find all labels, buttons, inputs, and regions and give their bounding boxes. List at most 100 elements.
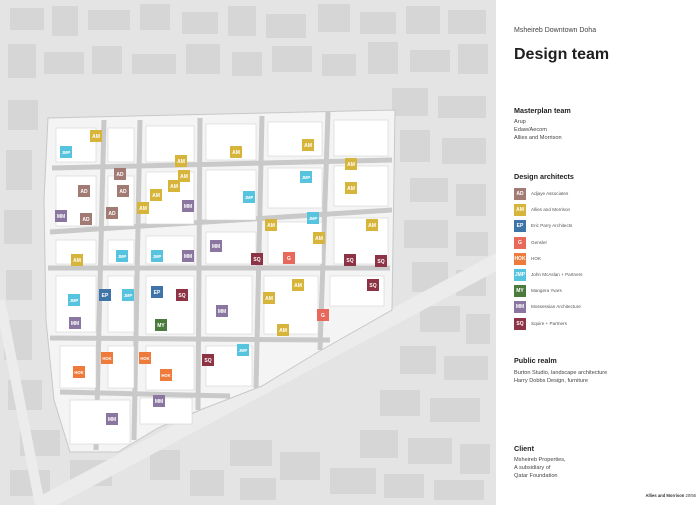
public-realm-title: Public realm	[514, 356, 557, 365]
svg-text:AM: AM	[267, 223, 275, 229]
svg-text:G: G	[287, 256, 291, 262]
svg-text:AM: AM	[279, 328, 287, 334]
marker-am: AM	[366, 219, 378, 231]
marker-g: G	[283, 252, 295, 264]
marker-ad: AD	[114, 168, 126, 180]
legend-item: HOK HOK	[514, 252, 694, 265]
svg-text:MM: MM	[155, 399, 163, 405]
marker-am: AM	[277, 324, 289, 336]
marker-am: AM	[263, 292, 275, 304]
svg-text:G: G	[321, 313, 325, 319]
marker-jmp: JMP	[300, 171, 312, 183]
legend-item: MY Mangera Yvars	[514, 285, 694, 298]
marker-ep: EP	[151, 286, 163, 298]
legend-label: Mossessian Architecture	[531, 304, 581, 310]
svg-text:MY: MY	[157, 323, 165, 329]
marker-hok: HOK	[101, 352, 113, 364]
svg-text:AM: AM	[92, 134, 100, 140]
legend-item: AD Adjaye Associates	[514, 188, 694, 200]
legend-item: JMP John McAslan + Partners	[514, 269, 694, 281]
client-title: Client	[514, 444, 534, 453]
marker-g: G	[317, 309, 329, 321]
legend-label: Allies and Morrison	[531, 207, 571, 213]
svg-text:JMP: JMP	[245, 195, 254, 200]
marker-hok: HOK	[73, 366, 85, 378]
svg-text:HOK: HOK	[161, 373, 170, 378]
marker-jmp: JMP	[122, 289, 134, 301]
marker-mm: MM	[106, 413, 118, 425]
marker-jmp: JMP	[237, 344, 249, 356]
svg-text:AM: AM	[304, 143, 312, 149]
client-line: Qatar Foundation	[514, 473, 558, 479]
marker-am: AM	[302, 139, 314, 151]
marker-ad: AD	[117, 185, 129, 197]
svg-text:AD: AD	[82, 217, 90, 223]
marker-mm: MM	[182, 250, 194, 262]
legend-label: John McAslan + Partners	[531, 272, 583, 277]
marker-jmp: JMP	[116, 250, 128, 262]
legend-swatch: MM	[514, 301, 526, 314]
legend-swatch: MY	[514, 285, 526, 298]
legend-swatch: EP	[514, 220, 526, 233]
marker-ad: AD	[80, 213, 92, 225]
svg-text:AM: AM	[170, 184, 178, 190]
info-panel: Msheireb Downtown Doha Design team Maste…	[496, 0, 700, 505]
marker-ep: EP	[99, 289, 111, 301]
svg-text:SQ: SQ	[178, 293, 185, 299]
marker-am: AM	[175, 155, 187, 167]
marker-ad: AD	[78, 185, 90, 197]
marker-hok: HOK	[139, 352, 151, 364]
svg-text:AM: AM	[315, 236, 323, 242]
masterplan-member: Arup	[514, 119, 526, 125]
svg-text:AM: AM	[368, 223, 376, 229]
marker-am: AM	[265, 219, 277, 231]
marker-sq: SQ	[344, 254, 356, 266]
marker-sq: SQ	[375, 255, 387, 267]
page-title: Design team	[514, 46, 610, 63]
svg-text:AM: AM	[180, 174, 188, 180]
marker-mm: MM	[69, 317, 81, 329]
svg-text:JMP: JMP	[118, 254, 127, 259]
svg-text:SQ: SQ	[369, 283, 376, 289]
marker-am: AM	[137, 202, 149, 214]
svg-text:SQ: SQ	[204, 358, 211, 364]
marker-am: AM	[168, 180, 180, 192]
project-name: Msheireb Downtown Doha	[514, 27, 597, 34]
marker-jmp: JMP	[68, 294, 80, 306]
marker-am: AM	[90, 130, 102, 142]
legend-label: Mangera Yvars	[531, 288, 562, 294]
legend-label: Gensler	[531, 239, 548, 245]
public-realm-line: Burton Studio, landscape architecture	[514, 370, 608, 376]
svg-text:AD: AD	[80, 189, 88, 195]
marker-my: MY	[155, 319, 167, 331]
svg-text:HOK: HOK	[74, 370, 83, 375]
client-line: Msheireb Properties,	[514, 457, 566, 463]
svg-text:JMP: JMP	[70, 298, 79, 303]
marker-jmp: JMP	[60, 146, 72, 158]
legend-swatch: JMP	[514, 269, 526, 281]
marker-am: AM	[150, 189, 162, 201]
design-architects-title: Design architects	[514, 172, 574, 181]
legend-item: MM Mossessian Architecture	[514, 301, 694, 314]
svg-text:SQ: SQ	[253, 257, 260, 263]
svg-text:MM: MM	[108, 417, 116, 423]
page-footer: Allies and Morrison 20/56	[645, 493, 696, 498]
svg-text:AM: AM	[347, 162, 355, 168]
masterplan-member: Edaw/Aecom	[514, 127, 547, 133]
legend-label: Squire + Partners	[531, 320, 567, 326]
marker-mm: MM	[153, 395, 165, 407]
svg-text:JMP: JMP	[309, 216, 318, 221]
masterplan-member: Allies and Morrison	[514, 135, 562, 141]
svg-text:MM: MM	[218, 309, 226, 315]
legend-swatch: HOK	[514, 252, 526, 265]
svg-text:AM: AM	[177, 159, 185, 165]
masterplan-team-title: Masterplan team	[514, 106, 571, 115]
svg-text:MM: MM	[212, 244, 220, 250]
svg-text:AD: AD	[108, 211, 116, 217]
legend-item: SQ Squire + Partners	[514, 317, 694, 330]
svg-text:AM: AM	[294, 283, 302, 289]
footer-brand: Allies and Morrison	[645, 493, 685, 498]
svg-text:JMP: JMP	[239, 348, 248, 353]
marker-am: AM	[292, 279, 304, 291]
marker-ad: AD	[106, 207, 118, 219]
